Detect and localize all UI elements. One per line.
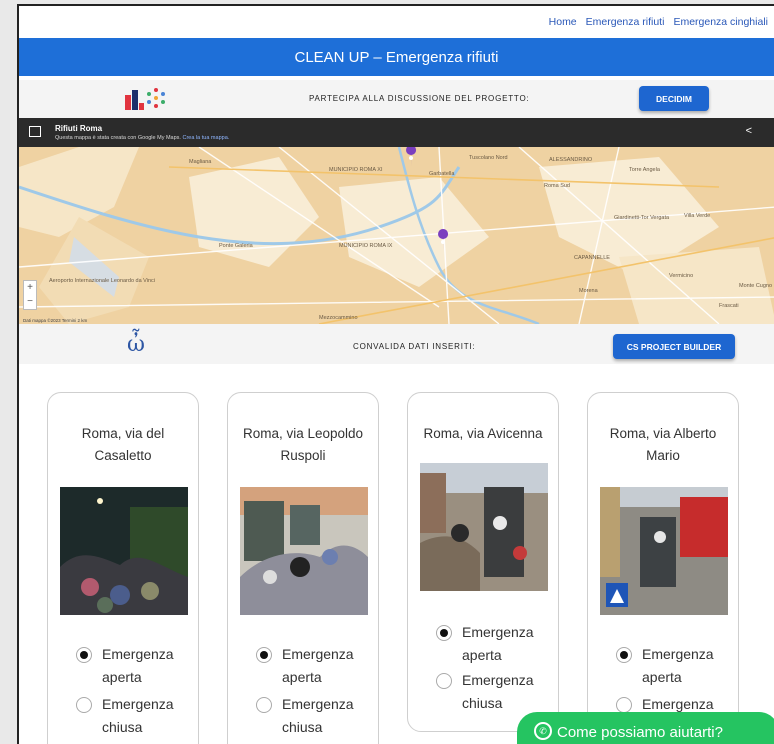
share-icon[interactable]: <	[746, 125, 752, 137]
cs-project-builder-button[interactable]: CS PROJECT BUILDER	[613, 334, 735, 359]
nav-cinghiali-link[interactable]: Emergenza cinghiali	[673, 16, 768, 28]
card-location: Roma, via Alberto Mario	[609, 426, 717, 463]
map-label-tuscolano: Tuscolano Nord	[469, 155, 508, 161]
page-title-bar: CLEAN UP – Emergenza rifiuti	[19, 38, 774, 76]
radio-open[interactable]	[76, 647, 92, 663]
whatsapp-icon: ✆	[534, 722, 552, 740]
radio-open[interactable]	[616, 647, 632, 663]
card-location: Roma, via Avicenna	[423, 426, 543, 441]
report-card: Roma, via del Casaletto Emergenza aperta…	[47, 392, 199, 744]
radio-closed[interactable]	[616, 697, 632, 713]
map-label-mezzocammino: Mezzocammino	[319, 315, 358, 321]
trash-photo	[420, 463, 548, 591]
map-label-aeroporto: Aeroporto Internazionale Leonardo da Vin…	[49, 278, 155, 284]
map-label-frascati: Frascati	[719, 303, 739, 309]
page-title: CLEAN UP – Emergenza rifiuti	[294, 48, 499, 66]
map-zoom-control[interactable]: + −	[23, 280, 37, 310]
chat-button[interactable]: ✆ Come possiamo aiutarti?	[517, 712, 774, 744]
trash-photo	[600, 487, 728, 615]
map-label-municipio-ix: MUNICIPIO ROMA IX	[339, 243, 393, 249]
map-label-roma-sud: Roma Sud	[544, 183, 570, 189]
validate-text: CONVALIDA DATI INSERITI:	[353, 342, 476, 351]
map-label-torre-angela: Torre Angela	[629, 167, 661, 173]
map-header: Rifiuti Roma Questa mappa è stata creata…	[19, 118, 774, 147]
trash-photo	[240, 487, 368, 615]
radio-open[interactable]	[256, 647, 272, 663]
radio-closed[interactable]	[436, 673, 452, 689]
map-footer: Dati mappa ©2023 Termini 2 km	[23, 318, 88, 323]
participate-text: PARTECIPA ALLA DISCUSSIONE DEL PROGETTO:	[309, 94, 530, 103]
report-card: Roma, via Leopoldo Ruspoli Emergenza ape…	[227, 392, 379, 744]
card-location: Roma, via del Casaletto	[81, 426, 165, 463]
radio-closed[interactable]	[256, 697, 272, 713]
map-label-giardinetti: Giardinetti-Tor Vergata	[614, 215, 670, 221]
map-legend-icon[interactable]	[29, 126, 41, 137]
map-label-morena: Morena	[579, 288, 599, 294]
nav-home-link[interactable]: Home	[549, 16, 577, 28]
top-navigation: Home Emergenza rifiuti Emergenza cinghia…	[549, 16, 768, 28]
map-label-garbatella: Garbatella	[429, 171, 455, 177]
decidim-logo	[125, 88, 165, 110]
map-label-ponte-galeria: Ponte Galeria	[219, 243, 254, 249]
embedded-map[interactable]: Rifiuti Roma Questa mappa è stata creata…	[19, 118, 774, 324]
map-label-capannelle: CAPANNELLE	[574, 255, 610, 261]
report-card: Roma, via Alberto Mario Emergenza aperta…	[587, 392, 739, 744]
map-label-villa-verde: Villa Verde	[684, 213, 710, 219]
map-subtitle: Questa mappa è stata creata con Google M…	[55, 135, 230, 141]
map-label-alessandrino: ALESSANDRINO	[549, 157, 593, 163]
radio-closed[interactable]	[76, 697, 92, 713]
trash-photo	[60, 487, 188, 615]
cs-project-logo: ὦ	[127, 332, 145, 357]
map-label-magliana: Magliana	[189, 159, 212, 165]
chat-label: Come possiamo aiutarti?	[557, 723, 723, 741]
map-title: Rifiuti Roma	[55, 124, 103, 133]
map-label-municipio-xi: MUNICIPIO ROMA XI	[329, 167, 383, 173]
report-card: Roma, via Avicenna Emergenza aperta Emer…	[407, 392, 559, 732]
nav-rifiuti-link[interactable]: Emergenza rifiuti	[586, 16, 665, 28]
map-label-vermicino: Vermicino	[669, 273, 693, 279]
map-canvas[interactable]: Magliana MUNICIPIO ROMA XI Garbatella Tu…	[19, 147, 774, 324]
decidim-button[interactable]: DECIDIM	[639, 86, 709, 111]
participate-bar: PARTECIPA ALLA DISCUSSIONE DEL PROGETTO:…	[19, 80, 774, 118]
validate-bar: ὦ CONVALIDA DATI INSERITI: CS PROJECT BU…	[19, 324, 774, 364]
page: Home Emergenza rifiuti Emergenza cinghia…	[17, 4, 774, 744]
card-location: Roma, via Leopoldo Ruspoli	[242, 426, 364, 463]
create-map-link[interactable]: Crea la tua mappa.	[183, 135, 230, 141]
map-label-monte-cugno: Monte Cugno	[739, 283, 772, 289]
radio-open[interactable]	[436, 625, 452, 641]
